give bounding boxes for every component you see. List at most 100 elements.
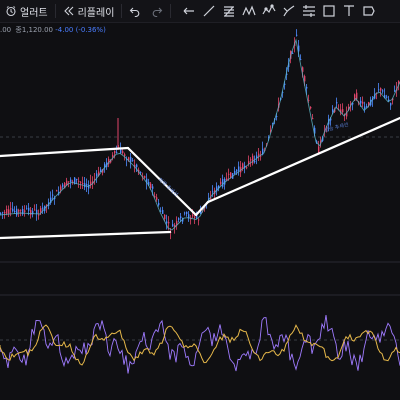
candle-body xyxy=(360,100,362,104)
toolbar-divider xyxy=(54,4,56,18)
price-change: -4.00 (-0.36%) xyxy=(55,26,106,34)
rising-trendline xyxy=(206,116,400,204)
brush-icon xyxy=(283,5,295,17)
path-tool[interactable] xyxy=(259,0,279,22)
redo-button[interactable] xyxy=(146,0,168,22)
candle-body xyxy=(62,184,64,187)
candle-body xyxy=(162,210,164,214)
toolbar-divider xyxy=(170,4,172,18)
candle-body xyxy=(76,178,78,180)
price-label-tool[interactable] xyxy=(359,0,379,22)
candle-body xyxy=(382,90,384,92)
candle-body xyxy=(4,211,6,214)
text-tool[interactable] xyxy=(339,0,359,22)
candle-body xyxy=(68,181,70,183)
candle-body xyxy=(252,155,254,164)
trend-line-icon xyxy=(203,5,215,17)
cursor-line-icon xyxy=(183,7,195,15)
candle-body xyxy=(90,181,92,185)
alert-label: 얼러트 xyxy=(20,7,48,19)
candle-body xyxy=(342,109,344,113)
candle-body xyxy=(390,103,392,106)
candle-body xyxy=(180,216,182,219)
candle-body xyxy=(246,167,248,169)
candle-body xyxy=(364,106,366,109)
price-chart[interactable]: 하락 추세선 상승 추세선 xyxy=(0,0,400,400)
candle-body xyxy=(130,157,132,162)
trendline-label: 상승 추세선 xyxy=(324,121,350,134)
candle-body xyxy=(156,197,158,200)
channel-lower-trendline xyxy=(0,230,172,240)
candle-body xyxy=(140,172,142,173)
candle-body xyxy=(116,151,118,153)
candle-body xyxy=(394,90,396,92)
oscillator-line xyxy=(0,315,400,374)
candle-body xyxy=(26,208,28,210)
candle-body xyxy=(52,194,54,196)
candle-body xyxy=(258,153,260,156)
candle-body xyxy=(166,221,168,224)
candle-body xyxy=(254,160,256,163)
pattern-tool[interactable] xyxy=(239,0,259,22)
candle-body xyxy=(8,209,10,214)
candle-body xyxy=(10,208,12,210)
measure-tool[interactable] xyxy=(299,0,319,22)
candle-body xyxy=(0,212,2,214)
candle-body xyxy=(380,88,382,91)
cursor-line-tool[interactable] xyxy=(179,0,199,22)
candle-body xyxy=(122,151,124,154)
candle-body xyxy=(236,169,238,172)
candle-body xyxy=(386,96,388,98)
candle-body xyxy=(250,159,252,161)
candle-body xyxy=(16,208,18,216)
candle-body xyxy=(178,218,180,220)
redo-icon xyxy=(151,5,163,18)
replay-label: 리플레이 xyxy=(77,7,115,19)
candle-body xyxy=(144,176,146,178)
candle-body xyxy=(28,207,30,211)
candle-body xyxy=(60,186,62,190)
candle-body xyxy=(312,118,314,120)
undo-icon xyxy=(129,5,141,18)
rectangle-tool[interactable] xyxy=(319,0,339,22)
candle-body xyxy=(192,214,194,217)
candle-body xyxy=(184,212,186,214)
replay-button[interactable]: 리플레이 xyxy=(58,0,120,22)
candle-body xyxy=(300,59,302,60)
candle-body xyxy=(276,116,278,117)
candle-body xyxy=(20,209,22,211)
alert-button[interactable]: 얼러트 xyxy=(0,0,53,22)
candle-body xyxy=(332,109,334,112)
trend-line-tool[interactable] xyxy=(199,0,219,22)
candle-body xyxy=(234,171,236,174)
price-label-icon xyxy=(363,6,376,16)
candle-body xyxy=(82,182,84,185)
undo-button[interactable] xyxy=(124,0,146,22)
candle-body xyxy=(336,102,338,104)
candle-body xyxy=(310,106,312,109)
candle-body xyxy=(164,214,166,219)
channel-upper-trendline xyxy=(0,146,130,158)
trendline-label: 하락 추세선 xyxy=(157,176,180,198)
close-value: 1,120.00 xyxy=(21,26,53,34)
rewind-icon xyxy=(63,5,75,17)
measure-icon xyxy=(303,5,316,17)
candle-body xyxy=(114,150,116,154)
candle-body xyxy=(194,216,196,218)
candle-body xyxy=(2,212,4,214)
chart-app: 하락 추세선 상승 추세선 얼러트 리플레이 .00 종1,120.00 -4.… xyxy=(0,0,400,400)
candle-body xyxy=(292,53,294,54)
candle-body xyxy=(78,181,80,182)
candle-body xyxy=(112,154,114,157)
candle-body xyxy=(124,154,126,157)
text-icon xyxy=(344,5,355,16)
candle-body xyxy=(80,181,82,183)
brush-tool[interactable] xyxy=(279,0,299,22)
candle-body xyxy=(366,106,368,107)
candle-body xyxy=(56,190,58,192)
candle-body xyxy=(172,224,174,227)
fib-retracement-tool[interactable] xyxy=(219,0,239,22)
candle-body xyxy=(136,164,138,168)
candle-body xyxy=(70,179,72,182)
candle-body xyxy=(220,181,222,185)
